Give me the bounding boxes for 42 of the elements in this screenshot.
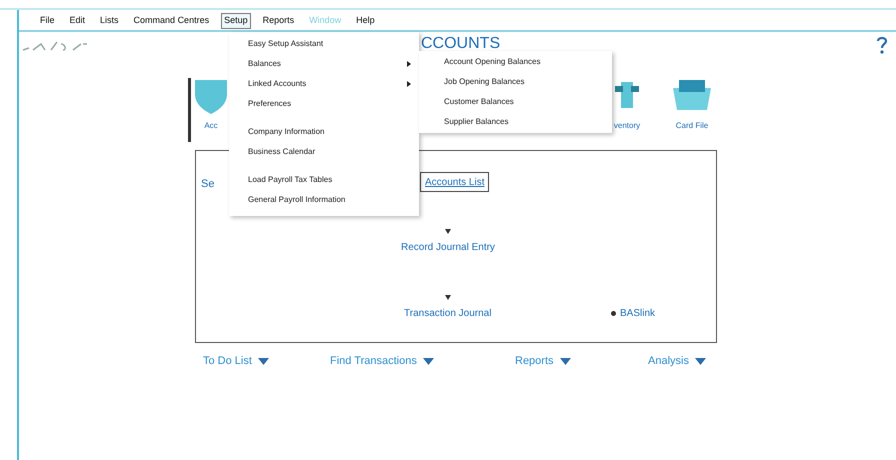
submenu-item[interactable]: Customer Balances	[419, 92, 612, 112]
command-centre-title: CCOUNTS	[421, 36, 500, 52]
menu-item[interactable]: Preferences	[229, 94, 419, 114]
accounts-list-button[interactable]: Accounts List	[420, 172, 490, 192]
submenu-item[interactable]: Supplier Balances	[419, 112, 612, 132]
menu-item[interactable]: Linked Accounts	[229, 74, 419, 94]
menu-bar-item[interactable]: Help	[353, 13, 378, 29]
caret-down-icon	[422, 358, 434, 365]
arrow-down-icon	[444, 229, 451, 234]
help-icon[interactable]	[876, 36, 888, 54]
submenu-item[interactable]: Job Opening Balances	[419, 72, 612, 92]
menu-item[interactable]: Company Information	[229, 122, 419, 142]
menu-bar-item[interactable]: Command Centres	[130, 13, 212, 29]
section-label: Se	[201, 177, 214, 192]
menu-item[interactable]: Balances	[229, 54, 419, 74]
command-centre-label[interactable]: ventory	[614, 120, 640, 132]
menu-bar-item[interactable]: Edit	[66, 13, 88, 29]
flow-link[interactable]: Transaction Journal	[404, 306, 492, 321]
arrow-down-icon	[444, 295, 451, 300]
submenu-item[interactable]: Account Opening Balances	[419, 52, 612, 72]
command-link[interactable]: To Do List	[203, 353, 252, 370]
command-link[interactable]: Analysis	[648, 353, 689, 370]
bullet-icon	[611, 311, 616, 316]
command-centre-label[interactable]: Card File	[676, 120, 708, 132]
command-link[interactable]: Reports	[515, 353, 554, 370]
menu-bar-item[interactable]: Setup	[221, 13, 251, 29]
caret-down-icon	[560, 358, 571, 365]
menu-bar-item[interactable]: File	[37, 13, 58, 29]
menu-item[interactable]: Load Payroll Tax Tables	[229, 170, 419, 190]
menu-bar-item[interactable]: Reports	[260, 13, 298, 29]
flow-link[interactable]: BASlink	[620, 306, 656, 321]
command-centre-label[interactable]: Acc	[204, 120, 218, 132]
menu-item[interactable]: Business Calendar	[229, 142, 419, 162]
menu-item[interactable]: Easy Setup Assistant	[229, 34, 419, 54]
flow-link[interactable]: Record Journal Entry	[401, 240, 495, 255]
caret-down-icon	[694, 358, 706, 365]
menu-bar-item[interactable]: Lists	[97, 13, 122, 29]
submenu-arrow-icon	[407, 81, 411, 87]
caret-down-icon	[258, 358, 269, 365]
menu-item[interactable]: General Payroll Information	[229, 190, 419, 210]
command-link[interactable]: Find Transactions	[330, 353, 417, 370]
submenu-arrow-icon	[407, 61, 411, 67]
